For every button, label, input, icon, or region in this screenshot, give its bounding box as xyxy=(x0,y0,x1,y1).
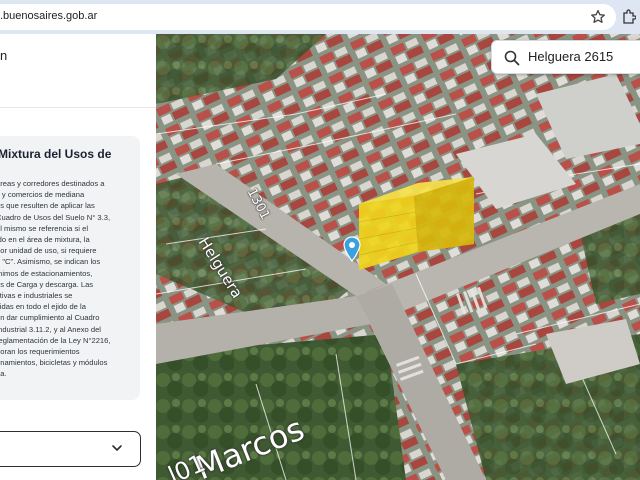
address-bar[interactable]: .buenosaires.gob.ar xyxy=(0,4,616,30)
extension-icon[interactable] xyxy=(622,9,636,25)
card-line: áreas y corredores destinados a xyxy=(0,179,105,188)
star-icon[interactable] xyxy=(590,9,606,25)
card-line: ido en el área de mixtura, la xyxy=(0,235,90,245)
search-input[interactable] xyxy=(528,49,638,64)
panel-header: n xyxy=(0,48,8,63)
card-line: reglamentación de la Ley N°2216, xyxy=(0,335,111,345)
card-line: onamientos, bicicletas y módulos xyxy=(0,358,108,368)
search-icon[interactable] xyxy=(504,50,520,66)
browser-toolbar: .buenosaires.gob.ar xyxy=(0,0,640,34)
card-line: ctivas e industriales se xyxy=(0,291,73,301)
info-panel: n Mixtura del Usos de áreas y corredores… xyxy=(0,34,156,480)
card-line: Industrial 3.11.2, y al Anexo del xyxy=(0,324,101,334)
card-body: áreas y corredores destinados a s y come… xyxy=(0,178,134,380)
aerial-imagery xyxy=(156,34,640,480)
card-title-line: Mixtura del Usos de xyxy=(0,147,112,161)
card-line: poran los requerimientos xyxy=(0,347,80,357)
card-line: en dar cumplimiento al Cuadro xyxy=(0,313,100,323)
map-search-box[interactable] xyxy=(491,40,640,74)
card-line: os de Carga y descarga. Las xyxy=(0,279,94,289)
chevron-down-icon[interactable] xyxy=(111,442,123,454)
card-line: Cuadro de Usos del Suelo N° 3.3, xyxy=(0,212,111,222)
card-line: ga. xyxy=(0,369,7,379)
divider xyxy=(0,107,156,108)
dropdown-select[interactable] xyxy=(0,431,141,467)
card-line: ínimos de estacionamientos, xyxy=(0,268,93,278)
card-line: el mismo se referencia si el xyxy=(0,223,89,233)
map-view[interactable]: Helguera 1301 Marcos l01 xyxy=(156,34,640,480)
card-line: o "C". Asimismo, se indican los xyxy=(0,257,101,267)
location-pin-icon[interactable] xyxy=(343,236,361,262)
url-text[interactable]: .buenosaires.gob.ar xyxy=(0,10,97,22)
card-title: Mixtura del Usos de xyxy=(0,146,148,162)
card-line: s y comercios de mediana xyxy=(0,190,85,200)
card-line: es que resulten de aplicar las xyxy=(0,201,95,211)
card-line: itidas en todo el ejido de la xyxy=(0,302,86,312)
card-line: por unidad de uso, si requiere xyxy=(0,246,97,256)
